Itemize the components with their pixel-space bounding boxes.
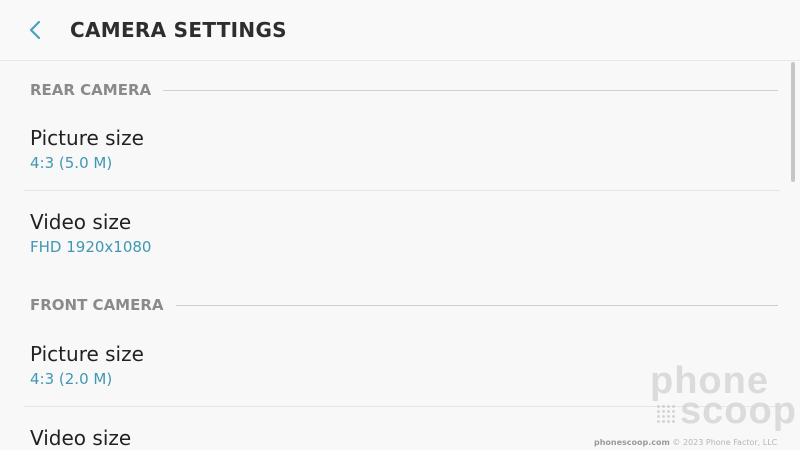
setting-title: Video size: [30, 426, 132, 450]
back-button[interactable]: [22, 16, 50, 44]
section-header-front-camera: FRONT CAMERA: [30, 294, 778, 316]
watermark-dots: [656, 404, 676, 424]
scrollbar[interactable]: [791, 62, 795, 182]
list-divider: [24, 190, 780, 191]
credit-copyright: © 2023 Phone Factor, LLC: [672, 438, 778, 447]
chevron-left-icon: [29, 20, 41, 40]
credit-site: phonescoop.com: [594, 438, 670, 447]
phonescoop-watermark: phone scoop: [648, 362, 798, 434]
app-bar: CAMERA SETTINGS: [0, 0, 800, 61]
setting-value: 4:3 (2.0 M): [30, 370, 113, 388]
setting-value: 4:3 (5.0 M): [30, 154, 113, 172]
setting-value: FHD 1920x1080: [30, 238, 152, 256]
section-divider-line: [163, 89, 778, 91]
section-label: REAR CAMERA: [30, 81, 152, 99]
watermark-line-scoop: scoop: [680, 390, 797, 432]
page-title: CAMERA SETTINGS: [70, 18, 287, 42]
section-label: FRONT CAMERA: [30, 296, 164, 314]
section-header-rear-camera: REAR CAMERA: [30, 79, 778, 101]
setting-title: Picture size: [30, 342, 144, 366]
setting-item-rear-video-size[interactable]: Video size FHD 1920x1080: [24, 200, 780, 272]
camera-settings-screen: CAMERA SETTINGS REAR CAMERA Picture size…: [0, 0, 800, 450]
setting-title: Video size: [30, 210, 132, 234]
section-divider-line: [175, 304, 778, 306]
setting-item-rear-picture-size[interactable]: Picture size 4:3 (5.0 M): [24, 116, 780, 190]
watermark-credit: phonescoop.com © 2023 Phone Factor, LLC: [594, 437, 798, 449]
setting-title: Picture size: [30, 126, 144, 150]
